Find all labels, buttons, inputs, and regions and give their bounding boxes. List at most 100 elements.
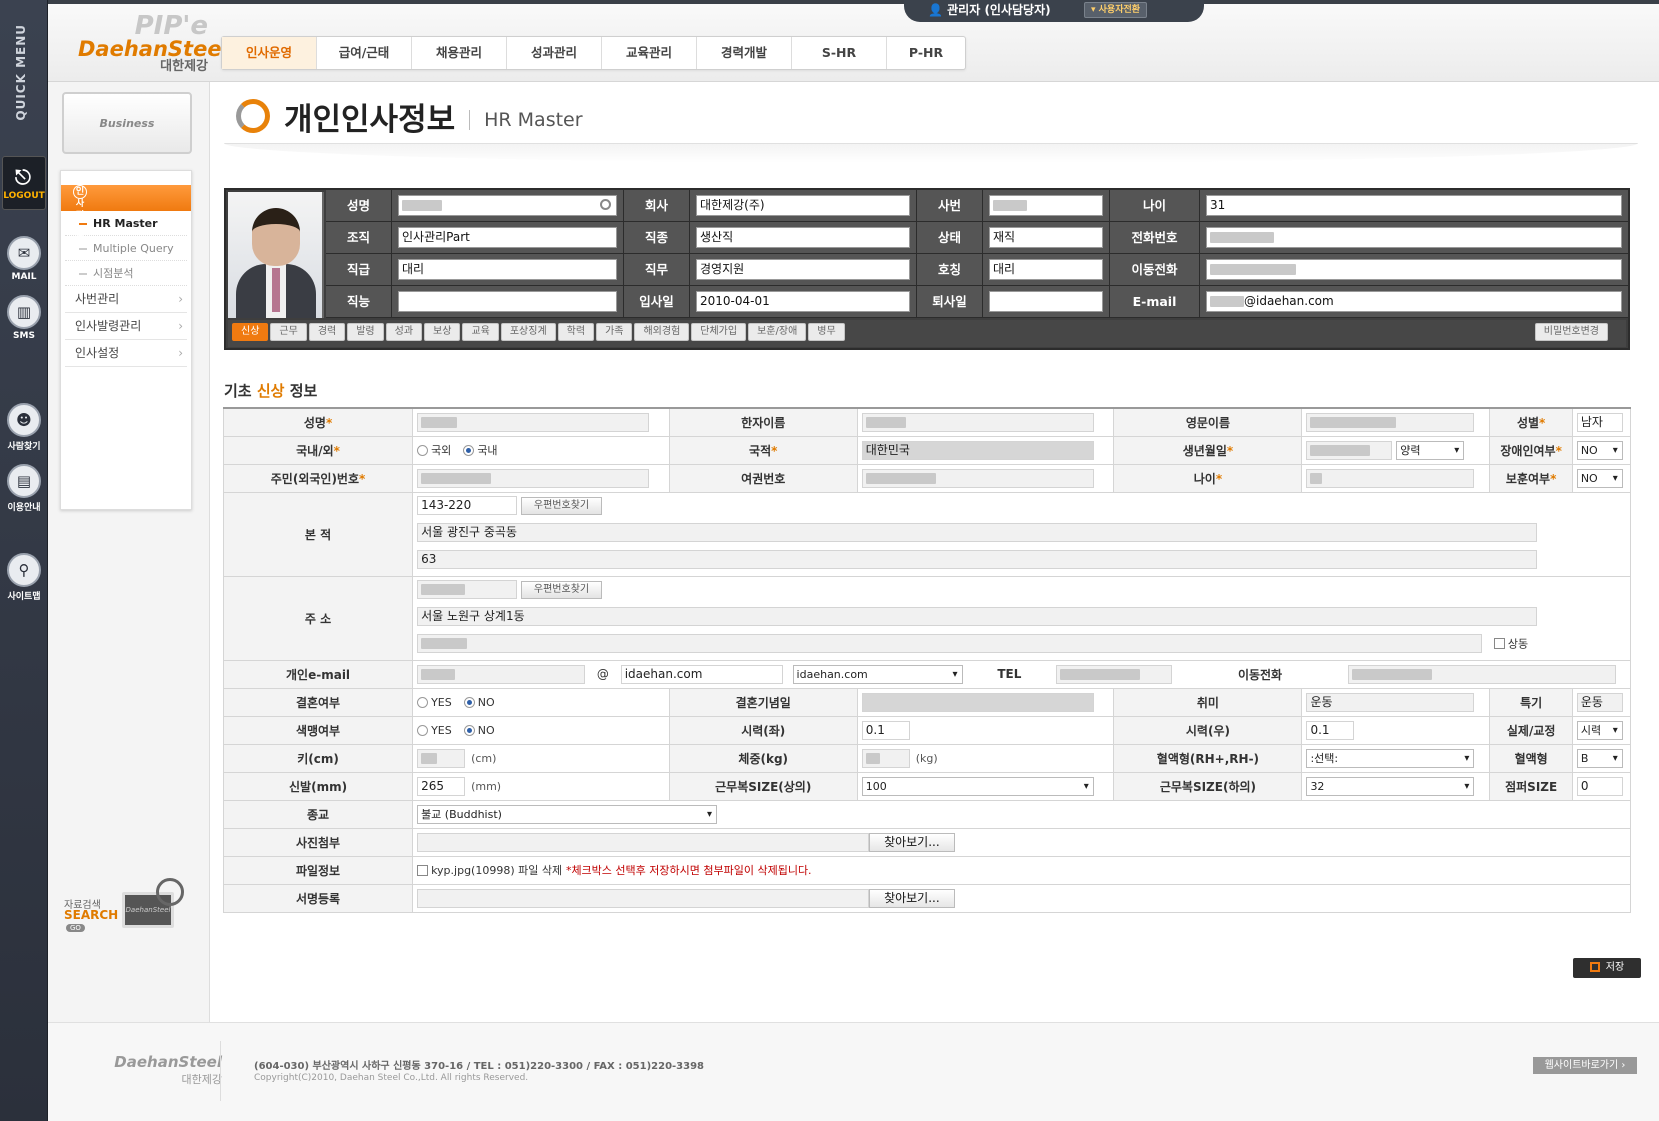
tab-career[interactable]: 경력 (308, 323, 346, 341)
origin-zip-input[interactable]: 143-220 (417, 496, 518, 515)
tab-personal[interactable]: 신상 (232, 323, 269, 341)
passport-input[interactable] (861, 468, 1094, 488)
weight-input[interactable] (861, 748, 910, 768)
height-input[interactable] (417, 748, 466, 768)
nationality-field[interactable]: 대한민국 (861, 440, 1094, 460)
vision-right-input[interactable]: 0.1 (1306, 720, 1355, 740)
uniform-top-select[interactable]: 100 (861, 776, 1094, 796)
hobby-input[interactable]: 운동 (1306, 692, 1475, 712)
english-name-input[interactable] (1306, 412, 1475, 432)
tab-overseas[interactable]: 해외경험 (634, 323, 690, 341)
nav-payroll[interactable]: 급여/근태 (317, 37, 412, 69)
email-domain-input[interactable]: idaehan.com (620, 664, 783, 684)
search-banner[interactable]: 자료검색 SEARCH GO DaehanSteel (60, 878, 196, 952)
origin-address1-input[interactable]: 서울 광진구 중곡동 (417, 523, 1538, 542)
quick-mail-button[interactable]: ✉ MAIL (4, 236, 44, 282)
jumper-size-input[interactable]: 0 (1576, 776, 1623, 796)
nav-shr[interactable]: S-HR (792, 37, 887, 69)
disabled-select[interactable]: NO (1576, 440, 1623, 460)
switch-user-button[interactable]: ▾ 사용자전환 (1084, 2, 1148, 18)
same-address-checkbox[interactable] (1493, 638, 1505, 649)
name-input[interactable] (417, 412, 650, 432)
tab-appointment[interactable]: 발령 (347, 323, 384, 341)
address1-input[interactable]: 서울 노원구 상계1동 (417, 607, 1538, 626)
side-item-settings[interactable]: 인사설정 (65, 340, 187, 367)
tab-family[interactable]: 가족 (596, 323, 633, 341)
nav-hr-operation[interactable]: 인사운영 (222, 37, 317, 69)
change-password-button[interactable]: 비밀번호변경 (1534, 323, 1608, 341)
quick-people-button[interactable]: ☻ 사람찾기 (4, 403, 44, 452)
sub-item-time-analysis[interactable]: 시점분석 (65, 261, 187, 286)
wedding-date-input[interactable] (861, 692, 1094, 712)
sub-item-hr-master[interactable]: HR Master (65, 211, 187, 236)
logo[interactable]: PIP'e DaehanSteel 대한제강 (78, 13, 229, 74)
shoe-size-input[interactable]: 265 (417, 776, 466, 796)
file-name: kyp.jpg(10998) 파일 삭제 (431, 864, 563, 877)
colorblind-no-radio[interactable] (463, 725, 475, 736)
colorblind-yes-radio[interactable] (417, 725, 429, 736)
save-button[interactable]: 저장 (1573, 958, 1641, 978)
uniform-bottom-select[interactable]: 32 (1306, 776, 1475, 796)
side-item-appointment[interactable]: 인사발령관리 (65, 313, 187, 340)
quick-sitemap-button[interactable]: ⚲ 사이트맵 (4, 553, 44, 602)
domestic-radio[interactable] (463, 444, 475, 456)
go-button[interactable]: GO (66, 924, 85, 932)
website-shortcut-button[interactable]: 웹사이트바로가기 › (1533, 1057, 1637, 1074)
married-yes-radio[interactable] (417, 697, 429, 708)
blood-rh-select[interactable]: :선택: (1306, 748, 1475, 768)
address-zip-input[interactable] (417, 580, 518, 599)
email-domain-select[interactable]: idaehan.com (792, 664, 963, 684)
religion-select[interactable]: 불교 (Buddhist) (417, 804, 718, 824)
tab-compensation[interactable]: 보상 (424, 323, 461, 341)
quick-sms-button[interactable]: ▥ SMS (4, 295, 44, 341)
origin-zip-search-button[interactable]: 우편번호찾기 (520, 496, 603, 515)
sign-browse-button[interactable]: 찾아보기... (869, 888, 955, 908)
tab-veteran[interactable]: 보훈/장애 (748, 323, 807, 341)
blood-type-select[interactable]: B (1576, 748, 1623, 768)
tab-performance[interactable]: 성과 (385, 323, 423, 341)
address2-input[interactable] (417, 634, 1483, 653)
side-item-employee-number[interactable]: 사번관리 (65, 286, 187, 313)
business-banner[interactable]: Business (62, 92, 192, 154)
photo-browse-button[interactable]: 찾아보기... (869, 832, 955, 852)
nav-recruit[interactable]: 채용관리 (412, 37, 507, 69)
quick-guide-button[interactable]: ▤ 이용안내 (4, 464, 44, 513)
mobile-input[interactable] (1347, 664, 1616, 684)
profile-age-field: 31 (1206, 195, 1622, 216)
birth-date-input[interactable] (1306, 440, 1393, 460)
sign-file-input[interactable] (417, 888, 870, 908)
sub-item-multiple-query[interactable]: Multiple Query (65, 236, 187, 261)
hanja-input[interactable] (861, 412, 1094, 432)
age-input[interactable] (1306, 468, 1475, 488)
vision-left-input[interactable]: 0.1 (861, 720, 910, 740)
nav-performance[interactable]: 성과관리 (507, 37, 602, 69)
tab-military[interactable]: 병무 (808, 323, 845, 341)
skill-input[interactable]: 운동 (1576, 692, 1623, 712)
married-no-radio[interactable] (463, 697, 475, 708)
nav-education[interactable]: 교육관리 (602, 37, 697, 69)
profile-name-field[interactable] (398, 195, 617, 216)
resident-number-input[interactable] (417, 468, 650, 488)
veteran-select[interactable]: NO (1576, 468, 1623, 488)
tab-reward[interactable]: 포상징계 (500, 323, 556, 341)
email-id-input[interactable] (417, 664, 586, 684)
address-zip-search-button[interactable]: 우편번호찾기 (520, 580, 603, 599)
gender-field[interactable]: 남자 (1576, 412, 1623, 432)
nav-career[interactable]: 경력개발 (697, 37, 792, 69)
side-menu-header[interactable]: 인사정보관리 ↓ (61, 185, 191, 259)
tab-group[interactable]: 단체가입 (691, 323, 747, 341)
tel-input[interactable] (1056, 664, 1173, 684)
nav-phr[interactable]: P-HR (887, 37, 965, 69)
photo-file-input[interactable] (417, 832, 870, 852)
domestic-abroad-radio[interactable] (417, 444, 429, 456)
vision-type-select[interactable]: 시력 (1576, 720, 1623, 740)
calendar-select[interactable]: 양력 (1396, 440, 1465, 460)
search-icon[interactable] (600, 199, 611, 210)
delete-file-checkbox[interactable] (417, 864, 429, 876)
origin-address2-input[interactable]: 63 (417, 550, 1538, 569)
logout-button[interactable]: ⎋ LOGOUT (2, 156, 46, 210)
tab-education[interactable]: 교육 (462, 323, 499, 341)
tab-work[interactable]: 근무 (270, 323, 307, 341)
tab-school[interactable]: 학력 (557, 323, 595, 341)
profile-panel: 성명 회사 대한제강(주) 사번 나이 31 조직 인사관리Part 직종 생산… (224, 188, 1630, 350)
